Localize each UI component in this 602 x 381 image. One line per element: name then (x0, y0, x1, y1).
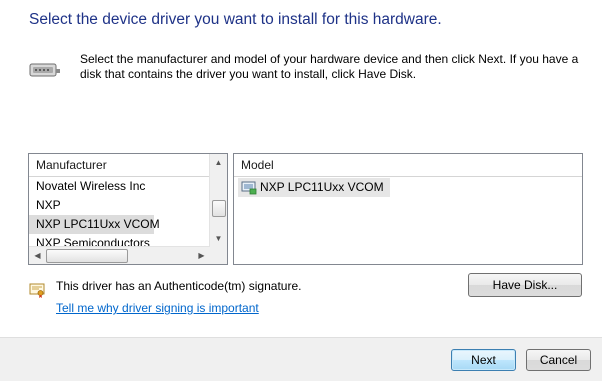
list-item[interactable]: NXP LPC11Uxx VCOM (238, 178, 390, 197)
model-item-label: NXP LPC11Uxx VCOM (260, 180, 384, 194)
model-header: Model (234, 154, 582, 177)
manufacturer-list[interactable]: Manufacturer Novatel Wireless Inc NXP NX… (28, 153, 228, 265)
scroll-right-icon[interactable]: ▶ (193, 247, 210, 264)
horizontal-scroll-thumb[interactable] (46, 249, 128, 263)
manufacturer-header: Manufacturer (29, 154, 210, 177)
intro-text: Select the manufacturer and model of you… (80, 52, 579, 81)
list-item[interactable]: NXP (29, 196, 210, 215)
cancel-button[interactable]: Cancel (526, 349, 591, 371)
scroll-left-icon[interactable]: ◀ (29, 247, 46, 264)
scroll-down-icon[interactable]: ▼ (210, 230, 227, 247)
page-title: Select the device driver you want to ins… (29, 11, 442, 28)
manufacturer-items: Novatel Wireless Inc NXP NXP LPC11Uxx VC… (29, 177, 210, 247)
horizontal-scrollbar[interactable]: ◀ ▶ (29, 246, 210, 264)
next-button[interactable]: Next (451, 349, 516, 371)
vertical-scroll-thumb[interactable] (212, 200, 226, 217)
model-list[interactable]: Model NXP LPC11Uxx VCOM (233, 153, 583, 265)
list-item[interactable]: Novatel Wireless Inc (29, 177, 210, 196)
have-disk-button[interactable]: Have Disk... (468, 273, 582, 297)
scrollbar-corner (210, 247, 227, 264)
hardware-device-icon (29, 63, 60, 77)
driver-signing-link[interactable]: Tell me why driver signing is important (56, 301, 259, 315)
certificate-icon (29, 283, 45, 298)
vertical-scrollbar[interactable]: ▲ ▼ (209, 154, 227, 247)
device-driver-icon (241, 181, 257, 194)
signature-status-text: This driver has an Authenticode(tm) sign… (56, 279, 302, 293)
list-item-selected[interactable]: NXP LPC11Uxx VCOM (29, 215, 160, 234)
scroll-up-icon[interactable]: ▲ (210, 154, 227, 171)
